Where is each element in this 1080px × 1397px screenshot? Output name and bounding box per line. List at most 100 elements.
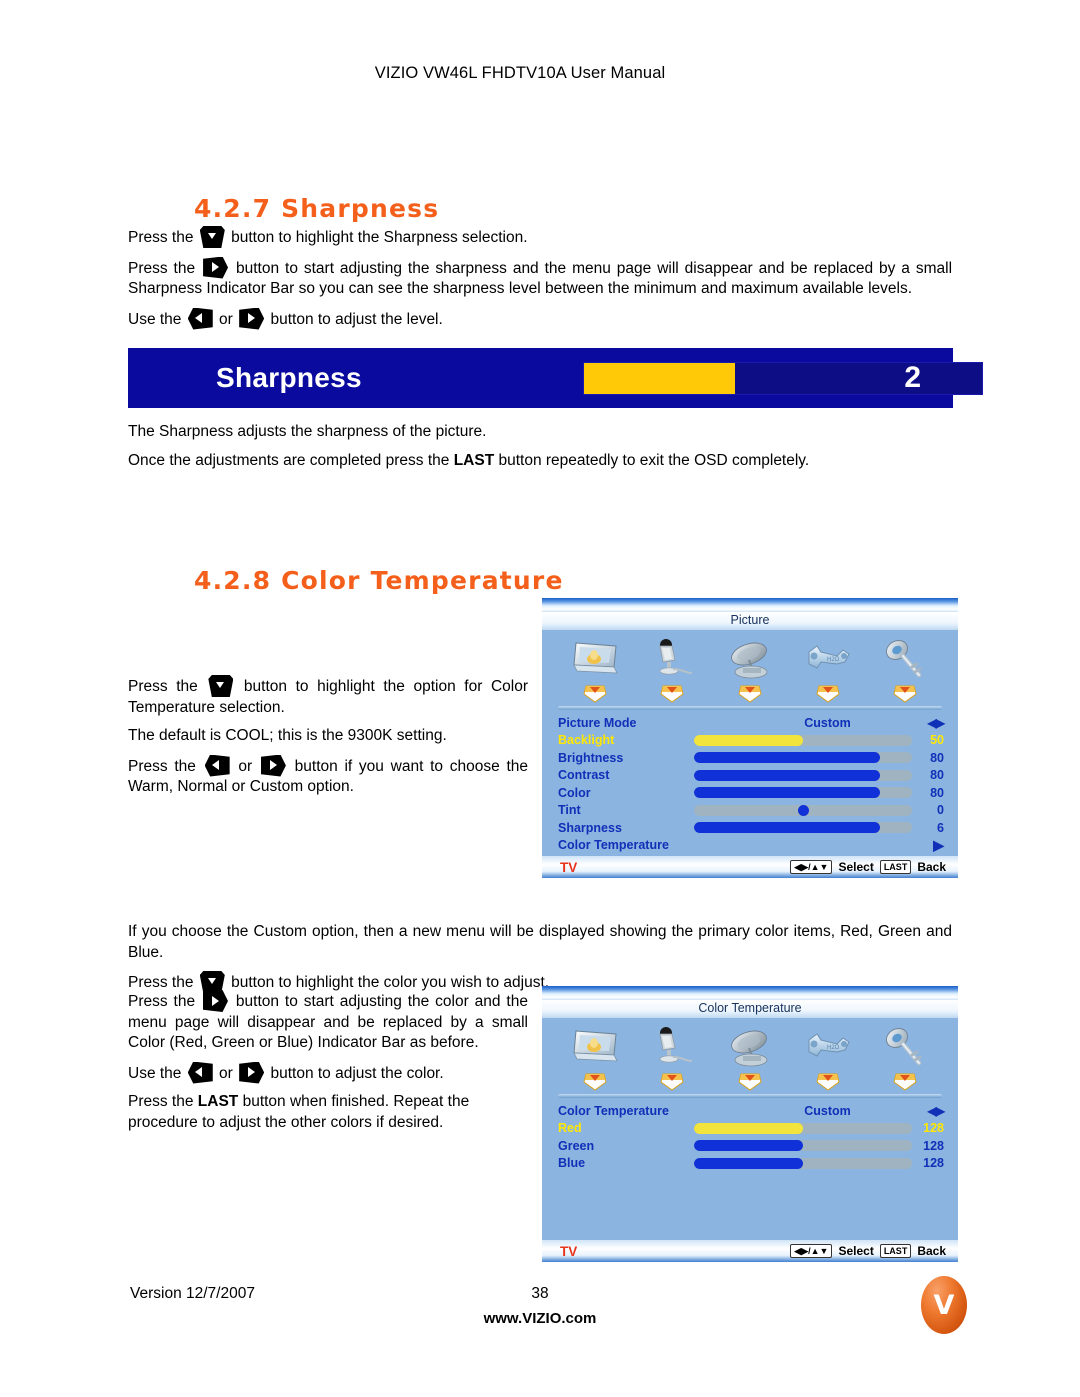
- text: Use the: [128, 1064, 182, 1082]
- osd-slider-knob[interactable]: [798, 804, 810, 816]
- osd-icon-cell[interactable]: [869, 1025, 941, 1092]
- parental-key-icon[interactable]: [869, 637, 941, 683]
- osd-slider-track[interactable]: [694, 752, 913, 764]
- osd-slider-track[interactable]: [694, 734, 913, 746]
- osd-menu-row[interactable]: Color Temperature Custom ◀▶: [558, 1102, 945, 1120]
- osd-icon-cell[interactable]: H2O: [792, 1025, 864, 1092]
- text: Press the: [128, 259, 196, 277]
- text: Use the: [128, 310, 182, 328]
- text: Press the: [128, 974, 194, 991]
- osd-hints: ◀▶/▲▼ Select LAST Back: [790, 1244, 946, 1258]
- sharpness-indicator-bar: Sharpness 2: [128, 348, 983, 408]
- osd-row-value: Custom: [804, 1103, 851, 1118]
- osd-menu-row[interactable]: Red 128: [558, 1120, 944, 1138]
- osd-slider-track[interactable]: [694, 1122, 913, 1134]
- osd-menu-row[interactable]: Contrast 80: [558, 767, 944, 785]
- setup-wrench-icon[interactable]: H2O: [792, 1025, 864, 1071]
- osd-rows: Picture Mode Custom ◀▶ Backlight 50 Brightnes…: [542, 710, 958, 872]
- ct-para-8: Press the LAST button when finished. Rep…: [128, 1092, 528, 1133]
- osd-status-bar: TV ◀▶/▲▼ Select LAST Back: [542, 856, 958, 878]
- tuner-satellite-dish-icon[interactable]: [714, 1025, 786, 1071]
- left-right-arrows-icon[interactable]: ◀▶: [922, 1104, 945, 1118]
- osd-row-value: 128: [923, 1121, 944, 1136]
- last-key-label: LAST: [197, 1093, 239, 1110]
- osd-menu-row[interactable]: Color 80: [558, 784, 944, 802]
- osd-slider-fill: [694, 1157, 804, 1169]
- picture-tv-icon[interactable]: [559, 637, 631, 683]
- text: Press the: [128, 993, 196, 1010]
- osd-icon-cell[interactable]: [636, 1025, 708, 1092]
- down-button-icon: [199, 226, 225, 248]
- text: button to start adjusting the sharpness …: [128, 259, 953, 298]
- osd-select-label: Select: [838, 860, 874, 874]
- osd-icon-cell[interactable]: [869, 637, 941, 704]
- sharpness-bar-value: 2: [904, 361, 921, 394]
- osd-row-label: Sharpness: [558, 820, 622, 835]
- vizio-badge-icon: [735, 684, 765, 704]
- chevron-right-icon[interactable]: ▶: [922, 838, 944, 852]
- osd-slider-track[interactable]: [694, 769, 913, 781]
- osd-slider-track[interactable]: [694, 1140, 913, 1152]
- vizio-badge-icon: [813, 1072, 843, 1092]
- osd-icon-cell[interactable]: [714, 1025, 786, 1092]
- sharpness-bar-track: [583, 362, 983, 395]
- osd-slider-fill: [694, 1140, 804, 1152]
- osd-row-label: Color: [558, 785, 591, 800]
- left-right-arrows-icon[interactable]: ◀▶: [922, 716, 945, 730]
- svg-text:H2O: H2O: [827, 657, 840, 663]
- osd-menu-row[interactable]: Backlight 50: [558, 732, 944, 750]
- ct-para-6: Press the button to start adjusting the …: [128, 990, 528, 1054]
- osd-row-label: Red: [558, 1121, 582, 1136]
- ct-para-2: The default is COOL; this is the 9300K s…: [128, 727, 447, 744]
- osd-row-label: Color Temperature: [558, 1103, 669, 1118]
- osd-icon-cell[interactable]: H2O: [792, 637, 864, 704]
- osd-slider-fill: [694, 769, 880, 781]
- osd-menu-row[interactable]: Brightness 80: [558, 749, 944, 767]
- osd-slider-track[interactable]: [694, 787, 913, 799]
- osd-icon-cell[interactable]: [559, 1025, 631, 1092]
- osd-source-label: TV: [560, 859, 578, 875]
- sharpness-para-2: Press the button to start adjusting the …: [128, 256, 953, 300]
- osd-icon-cell[interactable]: [559, 637, 631, 704]
- picture-tv-icon[interactable]: [559, 1025, 631, 1071]
- parental-key-icon[interactable]: [869, 1025, 941, 1071]
- osd-menu-row[interactable]: Picture Mode Custom ◀▶: [558, 714, 945, 732]
- text: or: [219, 310, 233, 328]
- audio-microphone-icon[interactable]: [636, 637, 708, 683]
- svg-text:H2O: H2O: [827, 1045, 840, 1051]
- left-button-icon: [187, 1061, 213, 1084]
- osd-menu-row[interactable]: Green 128: [558, 1137, 944, 1155]
- osd-picture-menu[interactable]: Picture H2O Picture Mode Custom ◀▶ Backligh…: [542, 598, 958, 878]
- text: Press the: [128, 678, 198, 695]
- text: button to adjust the color.: [270, 1064, 444, 1082]
- tuner-satellite-dish-icon[interactable]: [714, 637, 786, 683]
- osd-hints: ◀▶/▲▼ Select LAST Back: [790, 860, 946, 874]
- osd-menu-row[interactable]: Blue 128: [558, 1155, 944, 1173]
- osd-slider-track[interactable]: [694, 804, 913, 816]
- setup-wrench-icon[interactable]: H2O: [792, 637, 864, 683]
- osd-row-value: 6: [937, 820, 944, 835]
- osd-icon-cell[interactable]: [714, 637, 786, 704]
- navigation-keys-icon: ◀▶/▲▼: [790, 860, 833, 874]
- osd-slider-track[interactable]: [694, 1157, 913, 1169]
- osd-row-label: Tint: [558, 803, 581, 818]
- audio-microphone-icon[interactable]: [636, 1025, 708, 1071]
- osd-icon-row: H2O: [542, 630, 958, 704]
- osd-icon-cell[interactable]: [636, 637, 708, 704]
- osd-menu-row[interactable]: Tint 0: [558, 802, 944, 820]
- osd-slider-fill: [694, 734, 804, 746]
- footer-page-number: 38: [531, 1285, 549, 1302]
- osd-row-label: Brightness: [558, 750, 624, 765]
- osd-top-bar: [542, 598, 958, 612]
- osd-color-temperature-menu[interactable]: Color Temperature H2O Color Temperature C…: [542, 986, 958, 1262]
- text: Press the: [128, 1093, 194, 1110]
- osd-menu-row[interactable]: Sharpness 6: [558, 819, 944, 837]
- ct-para-4: If you choose the Custom option, then a …: [128, 923, 952, 961]
- osd-row-value: 80: [930, 750, 944, 765]
- osd-menu-row[interactable]: Color Temperature ▶: [558, 837, 944, 855]
- osd-row-value: 128: [923, 1138, 944, 1153]
- osd-icon-row: H2O: [542, 1018, 958, 1092]
- osd-slider-track[interactable]: [694, 822, 913, 834]
- text: or: [219, 1064, 233, 1082]
- right-button-icon: [239, 1061, 265, 1084]
